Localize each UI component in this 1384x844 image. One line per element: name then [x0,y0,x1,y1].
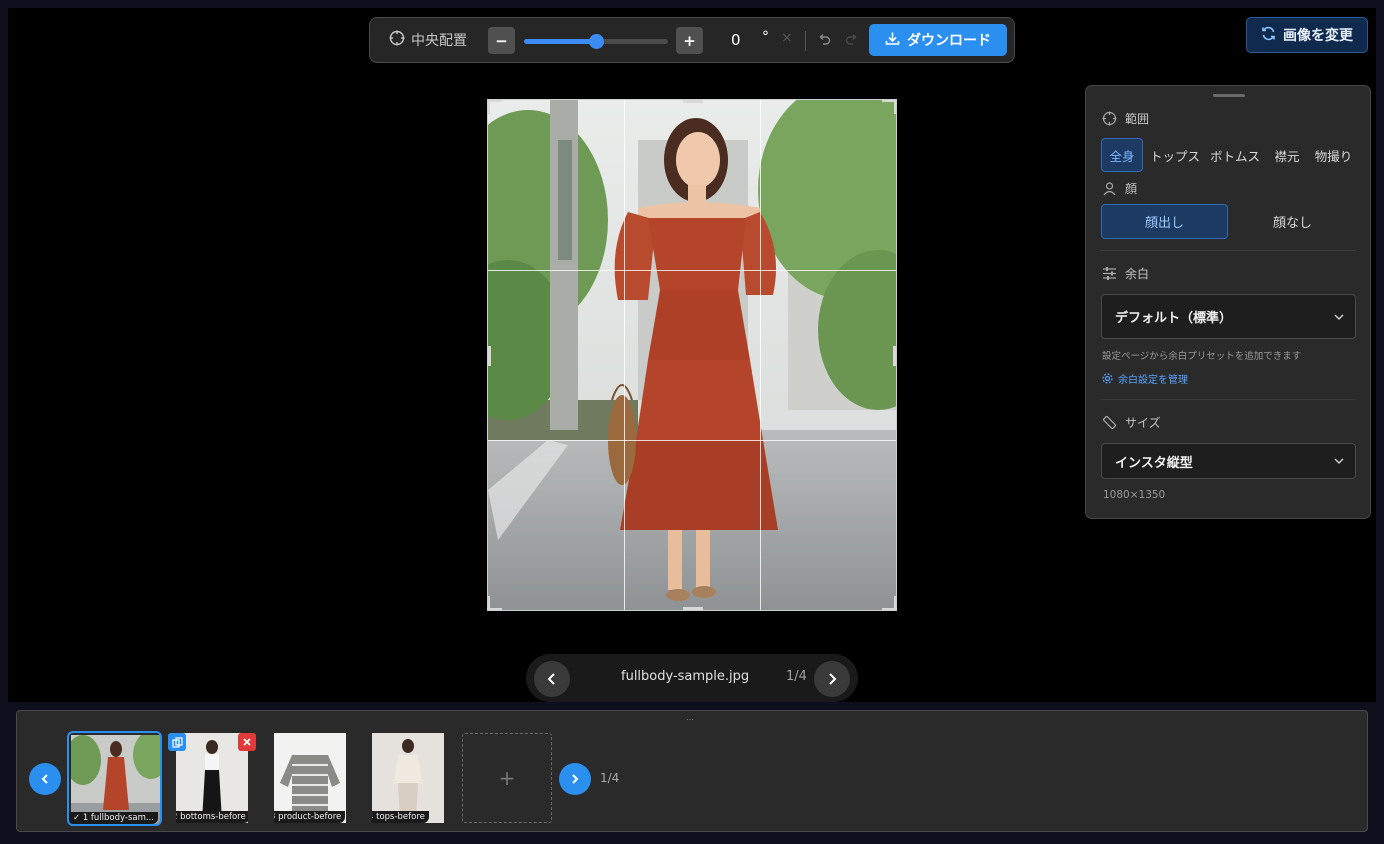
range-tab-tops[interactable]: トップス [1147,138,1203,172]
thumbnail-label: 4 tops-before [372,811,429,823]
gear-icon [1102,373,1113,384]
zoom-slider[interactable] [524,34,668,49]
editor-toolbar: 中央配置 − + 0 ° × ダウンロード [369,17,1015,63]
face-hide-button[interactable]: 顔なし [1229,204,1356,239]
strip-counter: 1/4 [600,771,620,785]
range-tab-collar[interactable]: 襟元 [1268,138,1306,172]
prev-image-button[interactable] [534,661,570,697]
thumbnail-strip: ⋯ ✓ 1 fullbody-sam... 2 bottoms-before 3… [16,710,1368,832]
range-tab-bottoms[interactable]: ボトムス [1207,138,1263,172]
zoom-out-button[interactable]: − [488,27,515,54]
margin-hint: 設定ページから余白プリセットを追加できます [1102,351,1302,362]
crop-handle-right[interactable] [893,346,896,366]
duplicate-icon[interactable] [168,733,186,751]
download-icon [885,31,900,50]
crop-grid-line [760,100,761,610]
current-filename: fullbody-sample.jpg [621,669,750,684]
strip-prev-button[interactable] [29,763,61,795]
panel-drag-handle[interactable] [1213,94,1245,97]
sliders-icon [1103,267,1116,280]
face-title-label: 顔 [1125,182,1138,196]
face-show-button[interactable]: 顔出し [1101,204,1228,239]
size-title-label: サイズ [1125,416,1161,430]
size-section-title: サイズ [1102,414,1161,431]
thumbnail-image [372,733,444,823]
crosshair-icon [389,30,405,50]
chevron-right-icon [572,774,579,784]
download-button[interactable]: ダウンロード [869,24,1007,56]
section-divider [1100,399,1356,400]
margin-select[interactable]: デフォルト（標準） [1101,294,1356,339]
range-title-label: 範囲 [1125,112,1150,126]
zoom-in-button[interactable]: + [676,27,703,54]
margin-select-value: デフォルト（標準） [1115,311,1233,326]
manage-margin-link[interactable]: 余白設定を管理 [1102,371,1188,386]
add-image-button[interactable]: + [462,733,552,823]
crop-handle-top-left[interactable] [488,100,502,114]
range-section-title: 範囲 [1102,110,1149,127]
toolbar-divider [805,31,806,51]
refresh-icon [1261,26,1276,45]
center-align-button[interactable]: 中央配置 [389,30,467,50]
chevron-down-icon [1334,458,1344,465]
delete-icon[interactable] [238,733,256,751]
crop-handle-top-right[interactable] [882,100,896,114]
thumbnail-1[interactable]: ✓ 1 fullbody-sam... [67,731,162,826]
manage-margin-label: 余白設定を管理 [1118,375,1188,386]
strip-next-button[interactable] [559,763,591,795]
change-image-label: 画像を変更 [1283,28,1353,44]
size-dimensions: 1080×1350 [1103,489,1166,501]
size-select[interactable]: インスタ縦型 [1101,443,1356,479]
range-tab-fullbody[interactable]: 全身 [1101,138,1143,172]
undo-icon[interactable] [816,32,832,48]
redo-icon[interactable] [844,32,860,48]
rotation-angle-input[interactable]: 0 [731,31,741,49]
chevron-right-icon [829,673,837,685]
section-divider [1100,250,1356,251]
crop-handle-bottom[interactable] [683,607,703,610]
zoom-slider-fill [524,39,596,44]
crop-handle-bottom-left[interactable] [488,596,502,610]
crop-handle-top[interactable] [683,100,703,103]
thumbnail-3[interactable]: 3 product-before [274,733,346,823]
crop-grid-line [488,440,896,441]
degree-symbol: ° [762,29,769,45]
image-counter: 1/4 [786,669,807,684]
crop-photo[interactable] [487,99,897,611]
zoom-slider-knob[interactable] [589,34,604,49]
face-section-title: 顔 [1102,180,1137,197]
ruler-icon [1102,415,1117,430]
chevron-left-icon [41,774,48,784]
margin-section-title: 余白 [1102,265,1149,282]
thumbnail-image [274,733,346,823]
settings-panel: 範囲 全身 トップス ボトムス 襟元 物撮り 顔 顔出し 顔なし 余白 デフォル… [1085,85,1371,519]
download-label: ダウンロード [907,33,991,49]
crop-handle-bottom-right[interactable] [882,596,896,610]
thumbnail-label: 2 bottoms-before [176,811,248,823]
crop-grid-line [624,100,625,610]
margin-title-label: 余白 [1125,267,1150,281]
user-icon [1103,182,1116,196]
range-tab-product[interactable]: 物撮り [1311,138,1356,172]
crop-grid-line [488,270,896,271]
size-select-value: インスタ縦型 [1115,455,1193,471]
reset-rotation-button[interactable]: × [781,30,793,46]
thumbnail-4[interactable]: 4 tops-before [372,733,444,823]
chevron-left-icon [547,673,555,685]
center-align-label: 中央配置 [411,33,467,49]
strip-drag-handle[interactable]: ⋯ [686,715,695,724]
chevron-down-icon [1334,313,1344,320]
thumbnail-label: 3 product-before [274,811,346,823]
crosshair-icon [1102,111,1117,126]
file-navigator: fullbody-sample.jpg 1/4 [526,654,858,702]
crop-handle-left[interactable] [488,346,491,366]
next-image-button[interactable] [814,661,850,697]
change-image-button[interactable]: 画像を変更 [1246,17,1368,53]
fullbody-photo [488,100,896,610]
thumbnail-label: ✓ 1 fullbody-sam... [69,812,158,824]
